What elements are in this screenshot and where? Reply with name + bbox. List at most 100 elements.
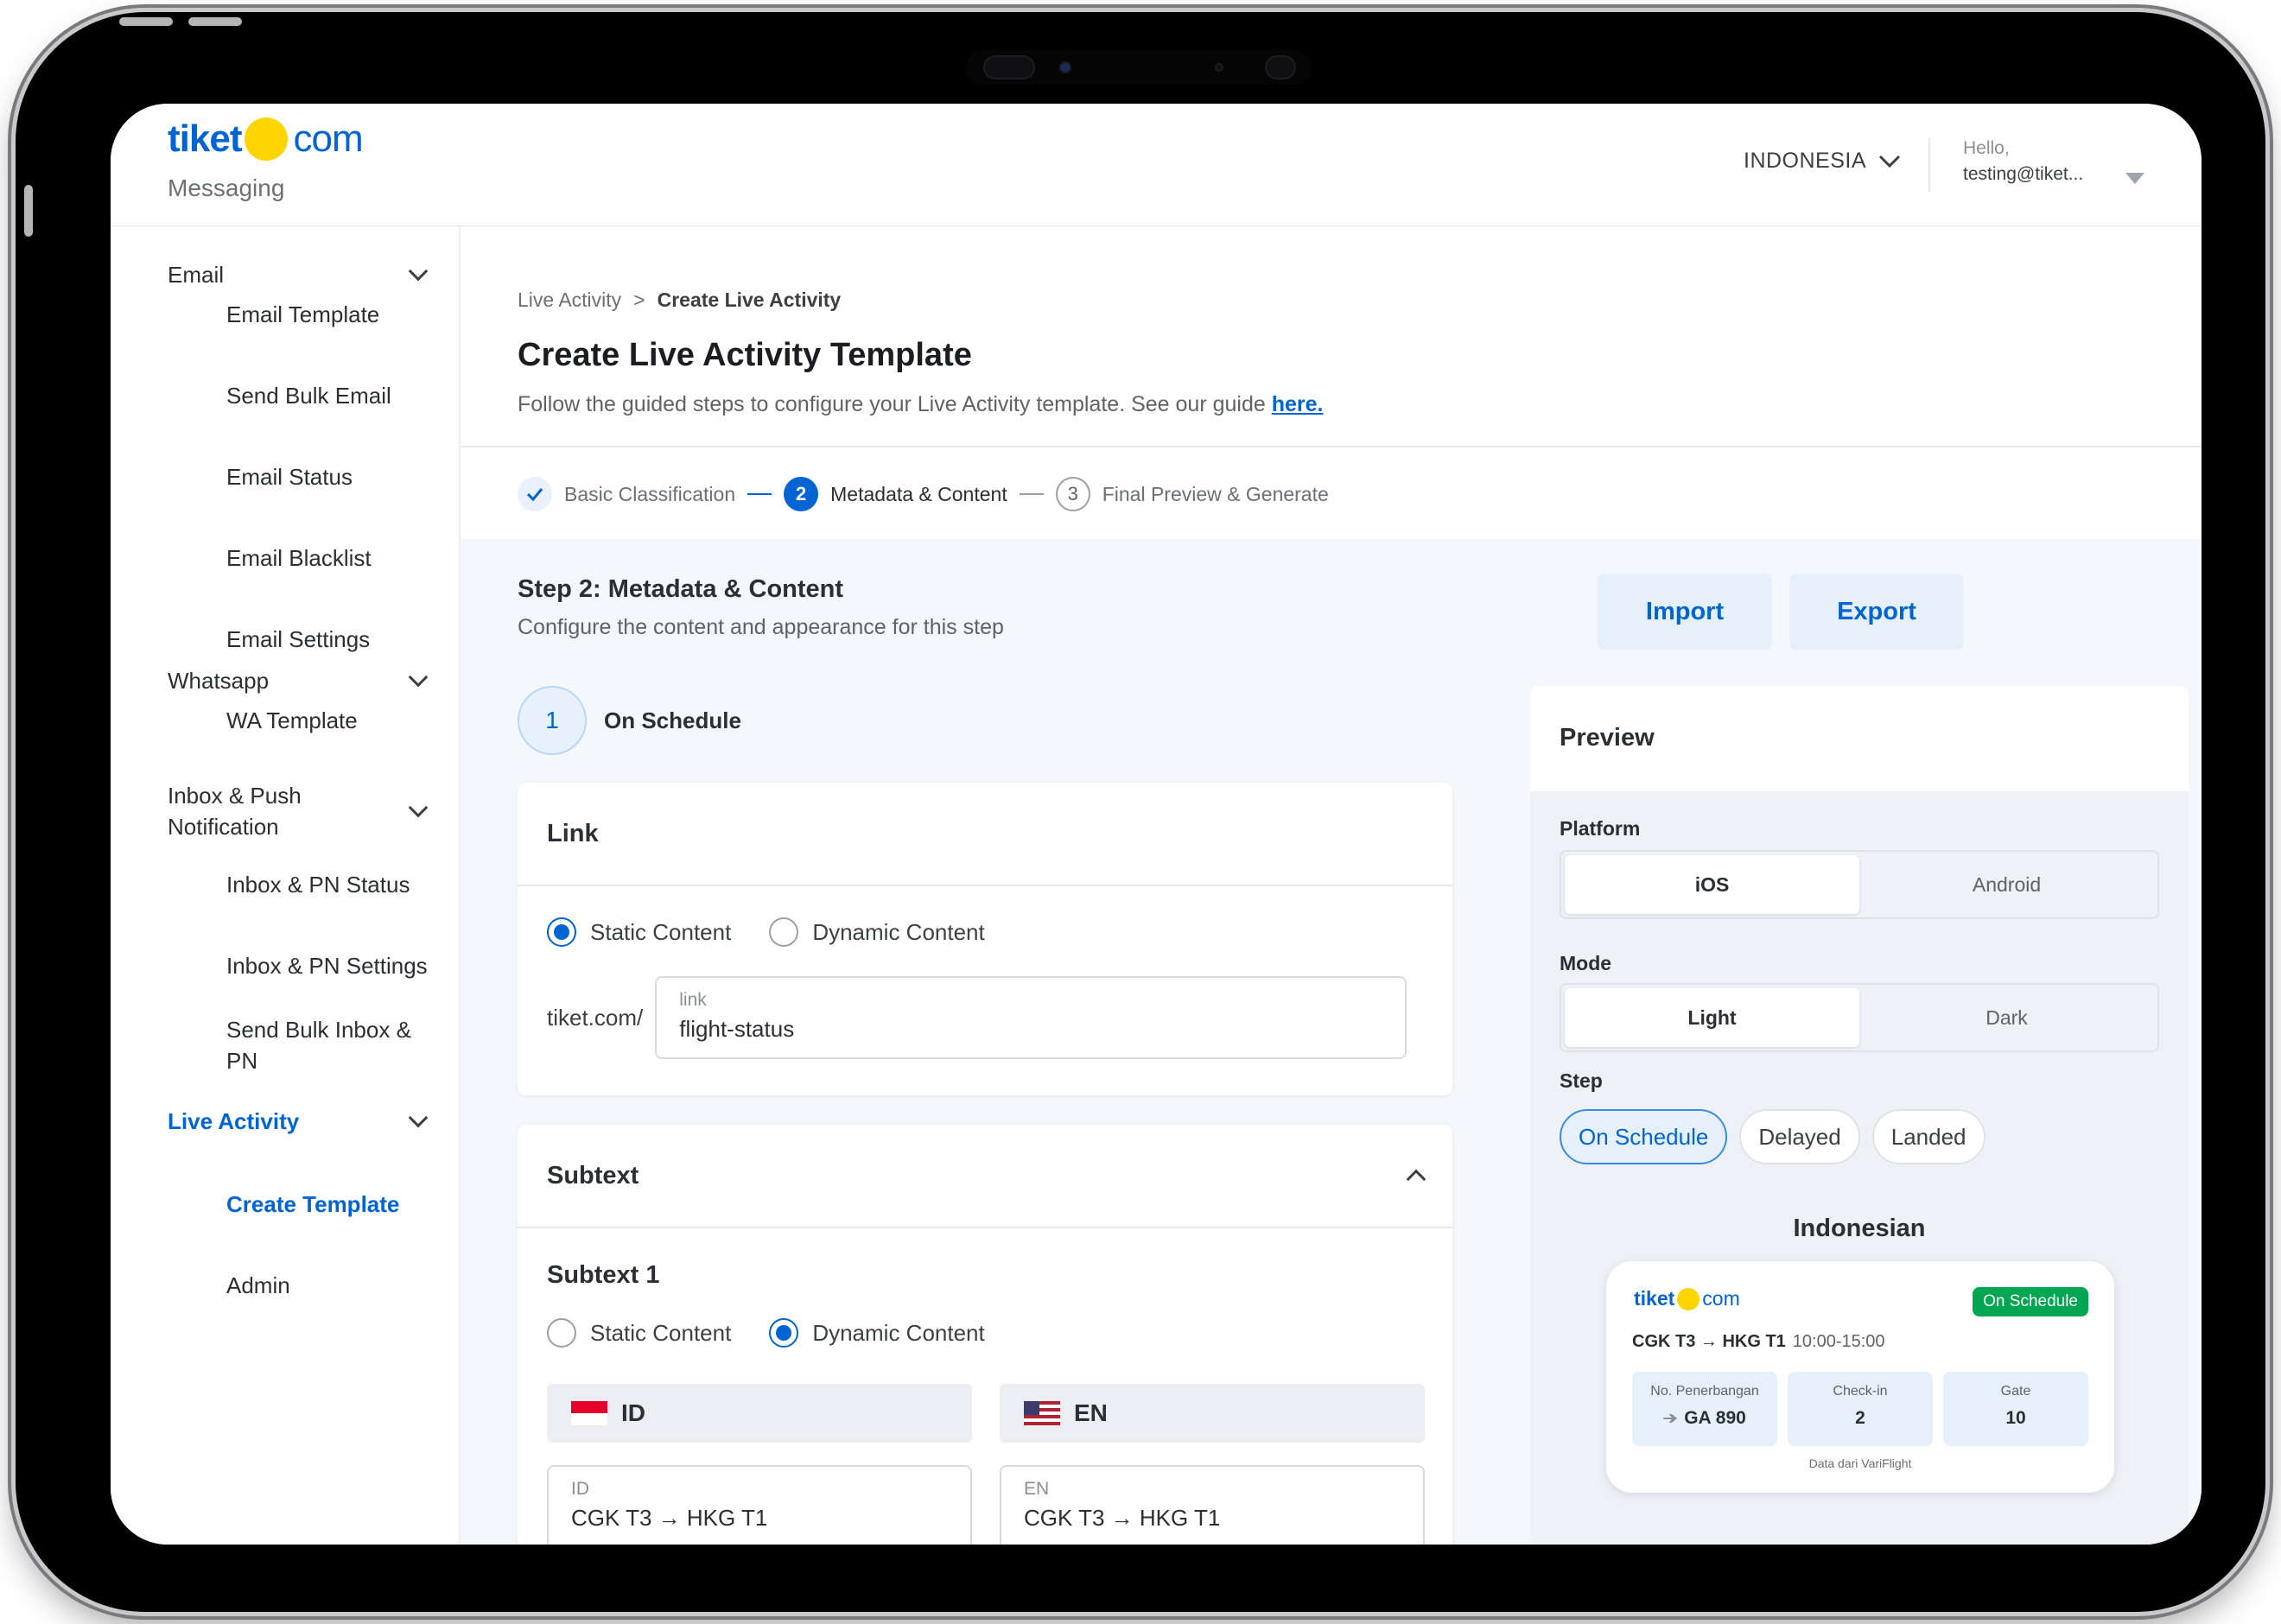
sidebar-item-live-activity[interactable]: Live Activity [168,1106,435,1137]
dynamic-content-radio[interactable]: Dynamic Content [769,917,985,947]
static-content-radio[interactable]: Static Content [547,917,731,947]
input-label: link [679,990,707,1010]
step-connector [747,493,772,495]
link-input[interactable]: link flight-status [655,976,1407,1059]
us-flag-icon [1024,1401,1060,1425]
sidebar-item-create-template[interactable]: Create Template [226,1189,442,1220]
data-source-note: Data dari VariFlight [1808,1456,1912,1470]
step-subtitle: Configure the content and appearance for… [518,615,1004,639]
user-greeting: Hello, [1963,138,2010,158]
breadcrumb-separator: > [633,289,645,311]
input-label: ID [571,1479,589,1499]
subtext-item-title: Subtext 1 [547,1261,660,1289]
radio-unselected-icon [547,1318,576,1348]
box-value: GA 890 [1632,1408,1777,1429]
box-value-text: GA 890 [1684,1408,1746,1428]
step-chip-on-schedule[interactable]: On Schedule [1560,1109,1728,1164]
subtext-card: Subtext Subtext 1 Static Content Dynamic… [518,1125,1452,1545]
link-prefix: tiket.com/ [547,1004,644,1031]
country-selector[interactable]: INDONESIA [1744,149,1901,174]
guide-link[interactable]: here. [1272,392,1324,416]
box-label: No. Penerbangan [1650,1384,1759,1399]
preview-title: Preview [1530,686,2189,791]
step-chip-delayed[interactable]: Delayed [1739,1109,1860,1164]
sidebar-item-send-bulk-email[interactable]: Send Bulk Email [226,380,442,411]
status-badge: On Schedule [1973,1287,2088,1316]
platform-option-ios[interactable]: iOS [1565,855,1859,914]
sidebar-item-email-status[interactable]: Email Status [226,461,442,492]
sidebar-item-label: Inbox & Push Notification [168,783,302,840]
step-connector [1019,493,1044,495]
flight-number-box: No. Penerbangan GA 890 [1632,1372,1777,1446]
subtext-id-input[interactable]: ID CGK T3 → HKG T1 [547,1465,972,1545]
import-button[interactable]: Import [1598,574,1772,650]
export-button[interactable]: Export [1789,574,1964,650]
breadcrumb-parent[interactable]: Live Activity [518,289,621,312]
platform-label: Platform [1560,817,1641,840]
sensor [1215,63,1223,72]
language-tab-id[interactable]: ID [547,1384,972,1443]
sidebar-item-email-template[interactable]: Email Template [226,299,442,330]
breadcrumb-current: Create Live Activity [657,289,842,311]
hardware-button [24,185,33,237]
radio-label: Static Content [590,918,732,945]
sidebar-item-whatsapp[interactable]: Whatsapp [168,665,435,696]
sidebar-item-wa-template[interactable]: WA Template [226,705,442,736]
logo-text: tiket [1634,1287,1675,1310]
language-tab-en[interactable]: EN [1000,1384,1425,1443]
main-content: Live Activity > Create Live Activity Cre… [461,226,2202,1545]
sidebar-item-email-blacklist[interactable]: Email Blacklist [226,542,442,574]
step-chip-landed[interactable]: Landed [1871,1109,1986,1164]
platform-toggle: iOS Android [1560,850,2159,919]
sidebar-item-inbox-pn-settings[interactable]: Inbox & PN Settings [226,950,442,981]
box-label: Check-in [1833,1384,1888,1399]
platform-option-android[interactable]: Android [1859,855,2154,914]
box-label: Gate [2000,1384,2031,1399]
sidebar-item-inbox-push[interactable]: Inbox & Push Notification [168,779,435,843]
radio-label: Dynamic Content [812,918,985,945]
step-number: 1 [518,686,587,755]
radio-label: Dynamic Content [812,1319,985,1346]
sidebar-item-email[interactable]: Email [168,259,435,290]
camera-lens [1059,61,1071,73]
step-number-next: 3 [1055,477,1090,511]
step-workspace: Step 2: Metadata & Content Configure the… [461,539,2202,1545]
step-number-active: 2 [784,477,819,511]
user-menu[interactable]: Hello, testing@tiket... [1963,138,2083,185]
mode-option-dark[interactable]: Dark [1859,988,2154,1047]
step-label: Step [1560,1069,1603,1092]
content-type-radio-group: Static Content Dynamic Content [547,917,1423,947]
radio-unselected-icon [769,917,799,947]
sidebar: Email Email Template Send Bulk Email Ema… [111,226,461,1545]
static-content-radio[interactable]: Static Content [547,1318,731,1348]
logo-dot [1677,1287,1700,1310]
logo-suffix: com [293,117,363,160]
step-label-final[interactable]: Final Preview & Generate [1102,483,1329,506]
hardware-button [188,17,242,26]
sidebar-item-admin[interactable]: Admin [226,1270,442,1301]
step-chip-group: On Schedule Delayed Landed [1560,1109,1986,1164]
flight-time: 10:00-15:00 [1792,1332,1885,1351]
input-label: EN [1024,1479,1050,1499]
subtext-en-input[interactable]: EN CGK T3 → HKG T1 [1000,1465,1425,1545]
header-divider [1928,138,1930,192]
sidebar-item-inbox-pn-status[interactable]: Inbox & PN Status [226,869,442,900]
brand-logo[interactable]: tiket com [168,117,364,161]
chevron-up-icon[interactable] [1406,1169,1426,1189]
step-label-basic[interactable]: Basic Classification [564,483,735,506]
sidebar-item-label: Whatsapp [168,667,270,694]
live-activity-preview-card: tiket com On Schedule CGK T3 → HKG T1 10:… [1606,1261,2114,1493]
stepper: Basic Classification 2 Metadata & Conten… [518,477,1329,511]
hardware-button [119,17,173,26]
caret-down-icon[interactable] [2125,173,2144,184]
card-header[interactable]: Subtext [518,1125,1452,1228]
link-row: tiket.com/ link flight-status [547,976,1423,1059]
step-label-metadata[interactable]: Metadata & Content [830,483,1007,506]
sidebar-item-send-bulk-inbox[interactable]: Send Bulk Inbox & PN [226,1014,425,1076]
radio-selected-icon [547,917,576,947]
link-card: Link Static Content Dynamic Content tike… [518,783,1452,1095]
dynamic-content-radio[interactable]: Dynamic Content [769,1318,985,1348]
sidebar-item-email-settings[interactable]: Email Settings [226,624,442,655]
logo-suffix: com [1702,1287,1740,1310]
mode-option-light[interactable]: Light [1565,988,1859,1047]
